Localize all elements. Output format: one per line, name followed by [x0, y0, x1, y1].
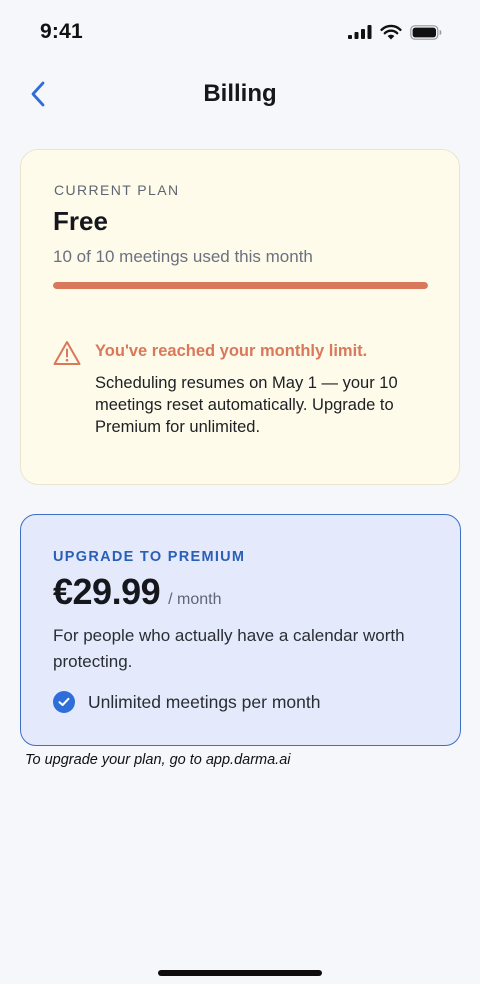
- upgrade-hint: To upgrade your plan, go to app.darma.ai: [25, 752, 291, 768]
- nav-bar: Billing: [0, 70, 480, 118]
- battery-icon: [410, 24, 442, 40]
- upgrade-eyebrow: UPGRADE TO PREMIUM: [53, 549, 246, 565]
- upgrade-premium-card[interactable]: UPGRADE TO PREMIUM €29.99 / month For pe…: [20, 514, 461, 746]
- status-icons: [348, 24, 442, 40]
- billing-screen: 9:41 Billing CURRENT PLAN Free 10 of 10 …: [0, 0, 480, 984]
- plan-name: Free: [53, 206, 108, 236]
- wifi-icon: [380, 24, 402, 40]
- price-period: / month: [168, 591, 222, 608]
- check-circle-icon: [53, 691, 75, 713]
- usage-text: 10 of 10 meetings used this month: [53, 247, 313, 266]
- feature-item: Unlimited meetings per month: [53, 691, 320, 713]
- upgrade-description: For people who actually have a calendar …: [53, 626, 405, 671]
- price-amount: €29.99: [53, 571, 161, 612]
- current-plan-card: CURRENT PLAN Free 10 of 10 meetings used…: [20, 149, 460, 485]
- price-row: €29.99 / month: [53, 571, 221, 613]
- warning-triangle-icon: [53, 341, 81, 365]
- warning-body: Scheduling resumes on May 1 — your 10 me…: [95, 374, 398, 436]
- cellular-signal-icon: [348, 25, 372, 39]
- current-plan-eyebrow: CURRENT PLAN: [54, 182, 180, 198]
- home-indicator[interactable]: [158, 970, 322, 976]
- usage-progress-bar: [53, 282, 428, 289]
- status-time: 9:41: [40, 20, 83, 43]
- warning-title: You've reached your monthly limit.: [95, 342, 368, 360]
- page-title: Billing: [203, 80, 277, 107]
- usage-progress-fill: [53, 282, 428, 289]
- feature-label: Unlimited meetings per month: [88, 691, 321, 712]
- status-bar: 9:41: [0, 0, 480, 62]
